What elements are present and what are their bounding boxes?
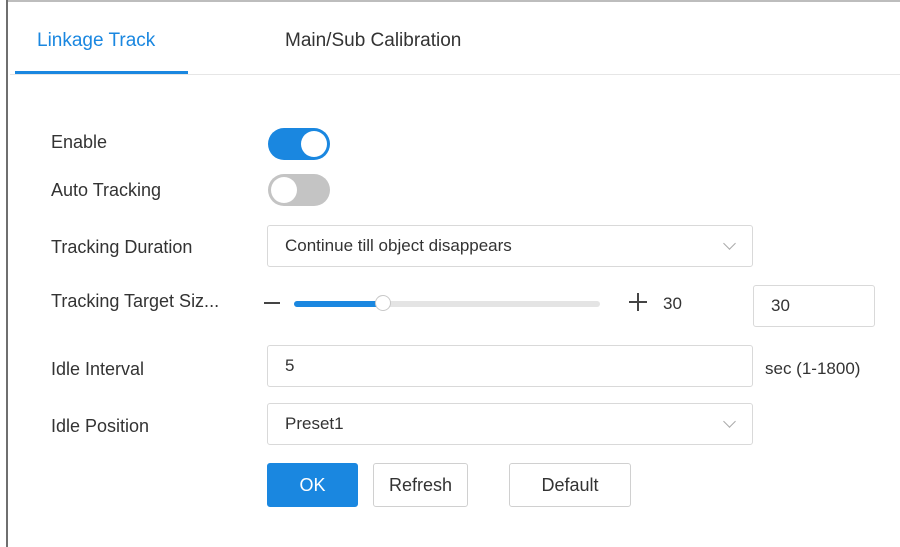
linkage-track-panel: Linkage Track Main/Sub Calibration Enabl… xyxy=(10,2,900,547)
tracking-duration-label: Tracking Duration xyxy=(51,237,193,257)
slider-value: 30 xyxy=(663,294,682,313)
toggle-knob xyxy=(271,177,297,203)
idle-interval-label: Idle Interval xyxy=(51,359,145,379)
slider-thumb[interactable] xyxy=(374,295,391,311)
chevron-down-icon xyxy=(723,415,736,428)
idle-position-select[interactable]: Preset1 xyxy=(267,403,753,445)
tab-bar: Linkage Track Main/Sub Calibration xyxy=(10,2,900,75)
tab-main-sub-calibration[interactable]: Main/Sub Calibration xyxy=(285,30,461,52)
idle-position-value: Preset1 xyxy=(285,414,344,433)
idle-interval-unit: sec (1-1800) xyxy=(765,359,861,378)
auto-tracking-toggle[interactable] xyxy=(268,174,330,206)
idle-position-label: Idle Position xyxy=(51,416,150,436)
ok-button[interactable]: OK xyxy=(267,463,358,507)
idle-interval-input[interactable]: 5 xyxy=(267,345,753,387)
refresh-button[interactable]: Refresh xyxy=(373,463,468,507)
toggle-knob xyxy=(301,131,327,157)
tracking-target-size-input[interactable]: 30 xyxy=(753,285,875,327)
chevron-down-icon xyxy=(723,237,736,250)
decrease-icon[interactable] xyxy=(264,302,280,304)
tab-linkage-track[interactable]: Linkage Track xyxy=(37,30,155,52)
slider-fill xyxy=(294,301,383,307)
active-tab-indicator xyxy=(15,71,188,74)
tracking-duration-select[interactable]: Continue till object disappears xyxy=(267,225,753,267)
auto-tracking-label: Auto Tracking xyxy=(51,180,162,200)
enable-label: Enable xyxy=(51,132,108,152)
enable-toggle[interactable] xyxy=(268,128,330,160)
tracking-target-size-slider[interactable] xyxy=(294,295,600,311)
increase-icon[interactable] xyxy=(629,293,647,311)
tracking-duration-value: Continue till object disappears xyxy=(285,236,512,255)
window-left-border xyxy=(0,0,8,547)
default-button[interactable]: Default xyxy=(509,463,631,507)
tracking-target-size-label: Tracking Target Siz... xyxy=(51,291,220,311)
